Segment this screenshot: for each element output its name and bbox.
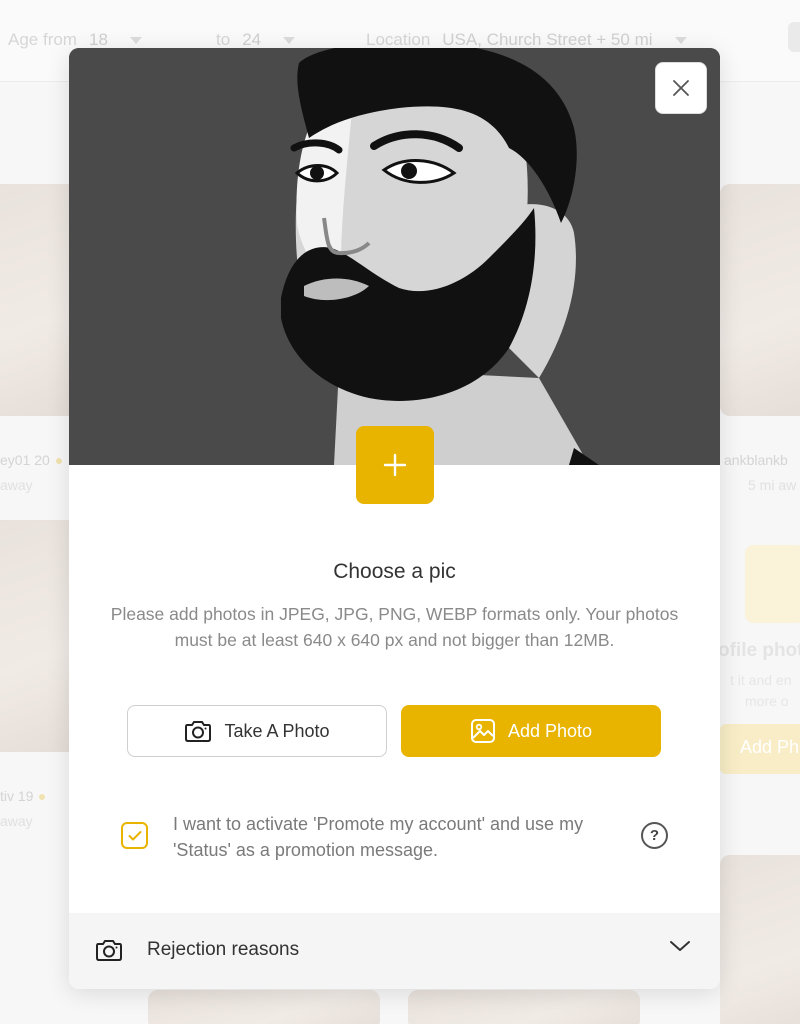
chevron-down-icon [674, 36, 687, 44]
profile-photo-heading: ofile phot [718, 640, 800, 661]
close-button[interactable] [655, 62, 707, 114]
age-from-filter[interactable]: Age from 18 [8, 30, 142, 50]
filter-button[interactable] [788, 22, 800, 52]
location-filter[interactable]: Location USA, Church Street + 50 mi [366, 30, 687, 50]
age-to-value: 24 [242, 30, 262, 49]
rejection-reasons-label: Rejection reasons [147, 939, 300, 960]
add-photo-button[interactable]: Add Photo [401, 705, 661, 757]
age-to-label: to [216, 30, 231, 49]
card-name: tiv 19 [0, 788, 46, 804]
add-photo-plus-button[interactable] [356, 426, 434, 504]
add-photo-placeholder [745, 545, 800, 623]
age-from-value: 18 [88, 30, 108, 49]
avatar-illustration [69, 48, 720, 465]
profile-card[interactable] [0, 520, 80, 752]
location-label: Location [366, 30, 431, 49]
profile-photo-subtext: more o [745, 693, 789, 709]
add-photo-label: Add Photo [507, 720, 593, 741]
modal-title: Choose a pic [333, 560, 456, 583]
age-to-filter[interactable]: to 24 [216, 30, 296, 50]
help-icon[interactable]: ? [641, 822, 668, 849]
promote-text: I want to activate 'Promote my account' … [173, 814, 584, 860]
profile-photo-subtext: t it and en [730, 672, 792, 688]
plus-icon [383, 453, 407, 477]
card-distance: 5 mi aw [748, 477, 797, 493]
profile-card[interactable] [720, 184, 800, 416]
take-photo-button[interactable]: Take A Photo [127, 705, 387, 757]
take-photo-label: Take A Photo [224, 720, 330, 741]
camera-icon [185, 721, 212, 742]
checkmark-icon [128, 830, 141, 840]
age-from-label: Age from [8, 30, 77, 49]
bearded-man-illustration [69, 48, 720, 465]
promote-checkbox[interactable] [121, 822, 148, 849]
card-name: ey01 20 [0, 452, 62, 468]
profile-card[interactable] [408, 990, 640, 1024]
card-distance: away [0, 477, 33, 493]
profile-card[interactable] [0, 184, 80, 416]
profile-card[interactable] [720, 855, 800, 1024]
bg-add-photo-button[interactable]: Add Ph [720, 724, 800, 774]
close-icon [673, 80, 689, 96]
chevron-down-icon [670, 941, 690, 951]
location-value: USA, Church Street + 50 mi [442, 30, 653, 49]
chevron-down-icon [283, 36, 296, 44]
image-icon [470, 719, 495, 743]
choose-pic-modal: Choose a pic Please add photos in JPEG, … [69, 48, 720, 989]
rejection-reasons-accordion[interactable]: Rejection reasons [69, 913, 720, 989]
chevron-down-icon [129, 36, 142, 44]
profile-card[interactable] [148, 990, 380, 1024]
modal-description: Please add photos in JPEG, JPG, PNG, WEB… [110, 604, 679, 650]
camera-icon [96, 940, 122, 961]
card-name: ankblankb [724, 452, 788, 468]
card-distance: away [0, 813, 33, 829]
